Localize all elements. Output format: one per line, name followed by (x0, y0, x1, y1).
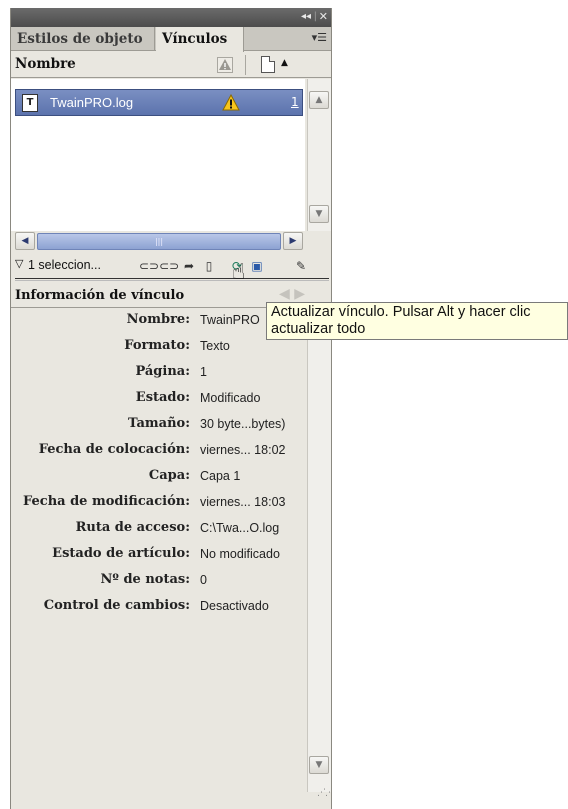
info-label: Tamaño: (128, 416, 190, 431)
toolbar-divider (15, 278, 329, 281)
page-icon[interactable] (261, 56, 275, 73)
info-row-path: Ruta de acceso: C:\Twa...O.log (11, 520, 307, 546)
info-label: Nº de notas: (100, 572, 190, 587)
info-value: 30 byte...bytes) (200, 417, 286, 431)
scroll-left-button[interactable]: ◀ (15, 232, 35, 250)
info-value: viernes... 18:03 (200, 495, 286, 509)
info-value: Texto (200, 339, 230, 353)
info-label: Fecha de modificación: (22, 494, 190, 509)
relink-icon[interactable]: ⊂⊃⊂⊃ (139, 257, 179, 275)
info-label: Control de cambios: (43, 598, 190, 613)
info-value: Desactivado (200, 599, 269, 613)
update-link-page-icon[interactable]: ▣ (247, 257, 267, 275)
warning-icon[interactable] (217, 57, 233, 73)
info-row-name: Nombre: TwainPRO (11, 312, 307, 338)
info-row-page: Página: 1 (11, 364, 307, 390)
info-vertical-scrollbar[interactable]: ▼ (307, 312, 331, 792)
info-row-format: Formato: Texto (11, 338, 307, 364)
links-column-header: Nombre ▲ (11, 52, 331, 78)
scroll-down-button[interactable]: ▼ (309, 205, 329, 223)
tooltip: Actualizar vínculo. Pulsar Alt y hacer c… (266, 302, 568, 340)
info-value: No modificado (200, 547, 280, 561)
info-row-notes: Nº de notas: 0 (11, 572, 307, 598)
goto-page-icon[interactable]: ▯ (199, 257, 219, 275)
panel-tabs: Estilos de objeto Vínculos ▾☰ (11, 27, 331, 52)
resize-grip-icon[interactable]: ⋰⋰ (317, 788, 331, 798)
link-file-name: TwainPRO.log (50, 95, 134, 110)
info-row-modified-date: Fecha de modificación: viernes... 18:03 (11, 494, 307, 520)
info-value: Capa 1 (200, 469, 241, 483)
scroll-right-button[interactable]: ▶ (283, 232, 303, 250)
info-row-size: Tamaño: 30 byte...bytes) (11, 416, 307, 442)
column-divider (245, 55, 246, 75)
info-value: TwainPRO (200, 313, 260, 327)
info-label: Nombre: (126, 312, 190, 327)
links-toolbar: ▽ 1 seleccion... ⊂⊃⊂⊃ ➦ ▯ ⟳ ▣ ✎ (11, 254, 331, 278)
info-value: viernes... 18:02 (200, 443, 286, 457)
links-horizontal-scrollbar[interactable]: ◀ ||| ▶ (11, 232, 307, 252)
warning-icon (222, 94, 240, 111)
tab-object-styles[interactable]: Estilos de objeto (11, 27, 155, 51)
link-info-title: Información de vínculo (15, 288, 185, 303)
info-value: C:\Twa...O.log (200, 521, 280, 535)
scroll-up-button[interactable]: ▲ (309, 91, 329, 109)
tab-links[interactable]: Vínculos (156, 27, 244, 52)
name-column-header[interactable]: Nombre (15, 56, 76, 72)
info-label: Fecha de colocación: (38, 442, 190, 457)
panel-menu-icon[interactable]: ▾☰ (312, 31, 327, 44)
info-row-track-changes: Control de cambios: Desactivado (11, 598, 307, 624)
link-info-section: Nombre: TwainPRO Formato: Texto Página: … (11, 312, 307, 782)
text-file-icon: T (22, 94, 38, 112)
panel-titlebar: ◂◂ | ✕ (11, 8, 331, 27)
info-label: Capa: (148, 468, 190, 483)
info-value: 0 (200, 573, 207, 587)
titlebar-separator: | (313, 11, 317, 22)
collapse-icon[interactable]: ◂◂ (301, 10, 311, 24)
close-icon[interactable]: ✕ (319, 10, 328, 24)
info-label: Estado de artículo: (52, 546, 190, 561)
info-label: Página: (135, 364, 190, 379)
info-value: Modificado (200, 391, 261, 405)
info-row-article-status: Estado de artículo: No modificado (11, 546, 307, 572)
info-row-layer: Capa: Capa 1 (11, 468, 307, 494)
info-label: Ruta de acceso: (75, 520, 190, 535)
edit-original-icon[interactable]: ✎ (289, 257, 313, 275)
info-label: Estado: (135, 390, 190, 405)
info-row-status: Estado: Modificado (11, 390, 307, 416)
hand-pointer-icon: ☝ (232, 260, 246, 285)
info-value: 1 (200, 365, 207, 379)
links-panel: ◂◂ | ✕ Estilos de objeto Vínculos ▾☰ Nom… (10, 8, 332, 809)
triangle-down-icon[interactable]: ▽ (15, 257, 23, 270)
goto-link-icon[interactable]: ➦ (179, 257, 199, 275)
info-label: Formato: (124, 338, 190, 353)
links-vertical-scrollbar[interactable]: ▲ ▼ (307, 79, 331, 231)
info-row-placed-date: Fecha de colocación: viernes... 18:02 (11, 442, 307, 468)
selection-count: 1 seleccion... (28, 258, 101, 272)
scroll-thumb[interactable]: ||| (37, 233, 281, 250)
links-list: T TwainPRO.log 1 (11, 79, 305, 231)
scroll-down-button[interactable]: ▼ (309, 756, 329, 774)
link-row[interactable]: T TwainPRO.log 1 (15, 89, 303, 116)
info-nav-arrows-icon[interactable]: ◀ ▶ (279, 286, 305, 302)
sort-up-icon[interactable]: ▲ (281, 58, 288, 68)
link-page-number[interactable]: 1 (291, 95, 299, 109)
